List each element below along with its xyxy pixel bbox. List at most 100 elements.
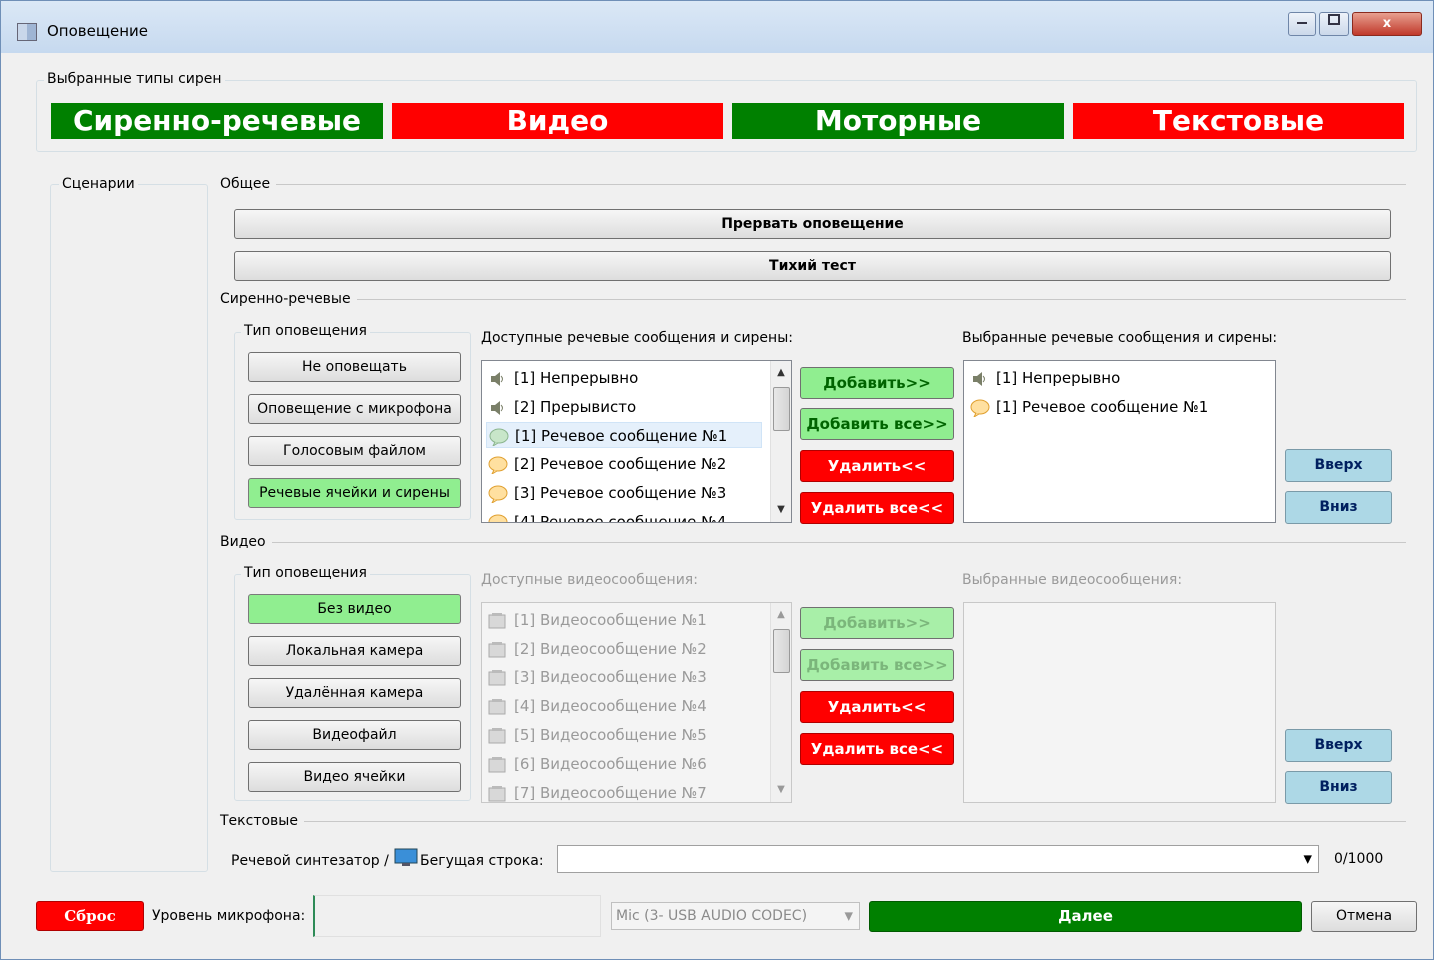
list-item[interactable]: [4] Видеосообщение №4	[488, 693, 707, 719]
scrollbar[interactable]: ▲ ▼	[770, 603, 791, 802]
siren-type-video: Видео	[392, 103, 723, 139]
ticker-label: Бегущая строка:	[420, 853, 544, 869]
move-down-button[interactable]: Вниз	[1285, 491, 1392, 524]
ticker-input[interactable]: ▼	[557, 845, 1319, 873]
list-item[interactable]: [3] Видеосообщение №3	[488, 664, 707, 690]
add-button[interactable]: Добавить>>	[800, 367, 954, 399]
maximize-icon[interactable]	[1319, 12, 1349, 36]
list-item[interactable]: [1] Речевое сообщение №1	[970, 394, 1208, 420]
video-title: Видео	[220, 534, 272, 550]
scroll-up-icon[interactable]: ▲	[771, 605, 791, 625]
no-video-button[interactable]: Без видео	[248, 594, 461, 624]
text-divider	[220, 821, 1406, 822]
scroll-thumb[interactable]	[773, 629, 790, 673]
mic-level-label: Уровень микрофона:	[152, 908, 306, 924]
char-counter: 0/1000	[1334, 851, 1384, 867]
remove-all-button[interactable]: Удалить все<<	[800, 492, 954, 524]
remote-camera-button[interactable]: Удалённая камера	[248, 678, 461, 708]
list-item-label: [5] Видеосообщение №5	[514, 726, 707, 744]
film-icon	[488, 785, 508, 803]
move-up-button[interactable]: Вверх	[1285, 449, 1392, 482]
siren-type-motor: Моторные	[732, 103, 1064, 139]
video-file-button[interactable]: Видеофайл	[248, 720, 461, 750]
siren-type-text: Текстовые	[1073, 103, 1404, 139]
list-item[interactable]: [5] Видеосообщение №5	[488, 722, 707, 748]
video-divider	[220, 542, 1406, 543]
client-area: Выбранные типы сирен Сиренно-речевые Вид…	[10, 53, 1426, 953]
film-icon	[488, 612, 508, 630]
speaker-icon	[488, 399, 508, 417]
video-add-button[interactable]: Добавить>>	[800, 607, 954, 639]
list-item[interactable]: [6] Видеосообщение №6	[488, 751, 707, 777]
list-item[interactable]: [2] Прерывисто	[488, 394, 636, 420]
speech-synth-label: Речевой синтезатор /	[231, 853, 389, 869]
list-item[interactable]: [3] Речевое сообщение №3	[488, 480, 726, 506]
add-all-button[interactable]: Добавить все>>	[800, 408, 954, 440]
list-item[interactable]: [1] Непрерывно	[488, 365, 638, 391]
selected-videos-list[interactable]	[963, 602, 1276, 803]
scroll-up-icon[interactable]: ▲	[771, 363, 791, 383]
siren-types-title: Выбранные типы сирен	[44, 71, 225, 87]
list-item[interactable]: [2] Речевое сообщение №2	[488, 451, 726, 477]
chevron-down-icon[interactable]: ▼	[845, 910, 853, 923]
scroll-down-icon[interactable]: ▼	[771, 500, 791, 520]
video-alert-type-title: Тип оповещения	[241, 565, 370, 581]
text-title: Текстовые	[220, 813, 304, 829]
selected-messages-list[interactable]: [1] Непрерывно [1] Речевое сообщение №1	[963, 360, 1276, 523]
list-item-label: [1] Видеосообщение №1	[514, 611, 707, 629]
interrupt-alert-button[interactable]: Прервать оповещение	[234, 209, 1391, 239]
video-remove-all-button[interactable]: Удалить все<<	[800, 733, 954, 765]
list-item[interactable]: [1] Непрерывно	[970, 365, 1120, 391]
list-item[interactable]: [4] Речевое сообщение №4	[488, 509, 727, 523]
list-item[interactable]: [1] Видеосообщение №1	[488, 607, 707, 633]
list-item-selected[interactable]: [1] Речевое сообщение №1	[486, 422, 762, 448]
list-item-label: [2] Видеосообщение №2	[514, 640, 707, 658]
speech-cells-sirens-button[interactable]: Речевые ячейки и сирены	[248, 478, 461, 508]
list-item[interactable]: [7] Видеосообщение №7	[488, 780, 707, 803]
next-button[interactable]: Далее	[869, 901, 1302, 932]
video-cells-button[interactable]: Видео ячейки	[248, 762, 461, 792]
reset-button[interactable]: Сброс	[36, 901, 144, 931]
scenarios-panel[interactable]	[50, 184, 208, 872]
scroll-down-icon[interactable]: ▼	[771, 780, 791, 800]
minimize-icon[interactable]	[1288, 12, 1316, 36]
chevron-down-icon[interactable]: ▼	[1304, 853, 1312, 866]
silent-test-button[interactable]: Тихий тест	[234, 251, 1391, 281]
available-messages-list[interactable]: [1] Непрерывно [2] Прерывисто [1] Речево…	[481, 360, 792, 523]
film-icon	[488, 727, 508, 745]
siren-alert-type-title: Тип оповещения	[241, 323, 370, 339]
alert-window: Оповещение x Выбранные типы сирен Сиренн…	[0, 0, 1434, 960]
voice-file-button[interactable]: Голосовым файлом	[248, 436, 461, 466]
video-remove-button[interactable]: Удалить<<	[800, 691, 954, 723]
close-icon[interactable]: x	[1352, 12, 1422, 36]
remove-button[interactable]: Удалить<<	[800, 450, 954, 482]
app-icon	[17, 23, 37, 41]
audio-device-select[interactable]: Mic (3- USB AUDIO CODEC) ▼	[611, 902, 860, 930]
siren-type-siren-speech: Сиренно-речевые	[51, 103, 383, 139]
scroll-thumb[interactable]	[773, 387, 790, 431]
list-item[interactable]: [2] Видеосообщение №2	[488, 636, 707, 662]
video-move-up-button[interactable]: Вверх	[1285, 729, 1392, 762]
local-camera-button[interactable]: Локальная камера	[248, 636, 461, 666]
available-videos-list[interactable]: [1] Видеосообщение №1 [2] Видеосообщение…	[481, 602, 792, 803]
list-item-label: [1] Непрерывно	[996, 369, 1121, 387]
speaker-icon	[488, 370, 508, 388]
list-item-label: [2] Речевое сообщение №2	[514, 455, 727, 473]
film-icon	[488, 641, 508, 659]
microphone-alert-button[interactable]: Оповещение с микрофона	[248, 394, 461, 424]
video-move-down-button[interactable]: Вниз	[1285, 771, 1392, 804]
film-icon	[488, 698, 508, 716]
mic-level-meter	[313, 895, 601, 937]
list-item-label: [2] Прерывисто	[514, 398, 637, 416]
film-icon	[488, 669, 508, 687]
list-item-label: [4] Речевое сообщение №4	[514, 513, 727, 523]
general-divider	[220, 184, 1406, 185]
video-add-all-button[interactable]: Добавить все>>	[800, 649, 954, 681]
cancel-button[interactable]: Отмена	[1311, 901, 1417, 932]
list-item-label: [7] Видеосообщение №7	[514, 784, 707, 802]
scrollbar[interactable]: ▲ ▼	[770, 361, 791, 522]
speech-bubble-icon	[488, 456, 508, 475]
scenarios-title: Сценарии	[59, 176, 138, 192]
no-alert-button[interactable]: Не оповещать	[248, 352, 461, 382]
available-messages-label: Доступные речевые сообщения и сирены:	[481, 330, 793, 346]
